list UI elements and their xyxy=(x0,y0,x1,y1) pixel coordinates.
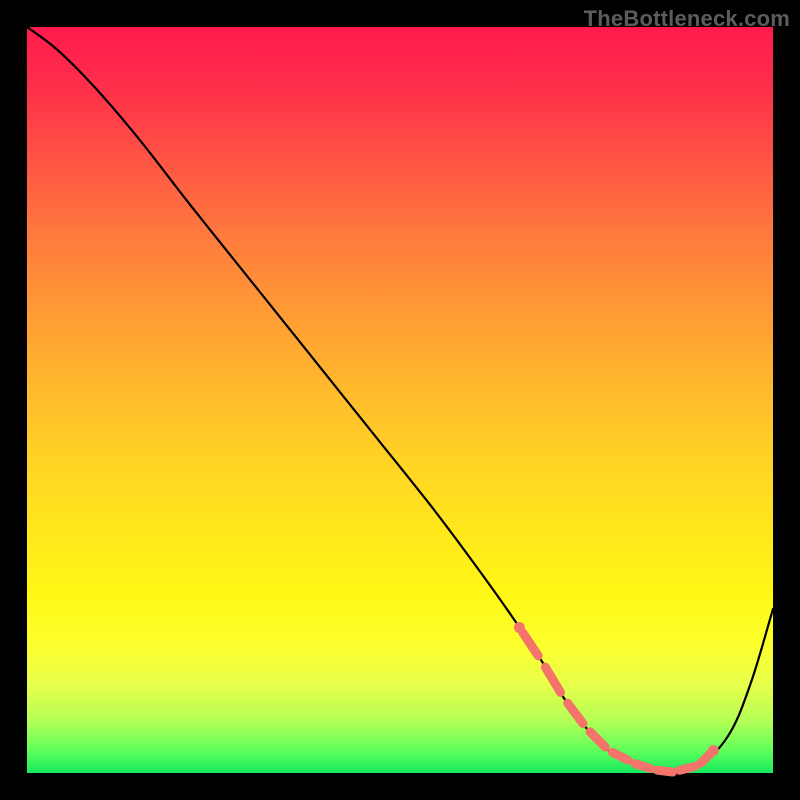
highlight-segment xyxy=(590,732,605,747)
highlight-segment xyxy=(701,753,711,763)
curve-svg xyxy=(27,27,773,773)
highlight-segment xyxy=(568,703,583,723)
highlight-segment xyxy=(523,633,538,656)
highlight-endpoint xyxy=(514,622,525,633)
highlight-segment xyxy=(635,764,650,769)
plot-area xyxy=(27,27,773,773)
bottleneck-curve xyxy=(27,27,773,773)
highlight-segment xyxy=(545,667,560,692)
highlight-segment xyxy=(657,770,672,772)
chart-frame: TheBottleneck.com xyxy=(0,0,800,800)
highlight-segments xyxy=(514,622,719,772)
highlight-endpoint xyxy=(708,745,719,756)
highlight-segment xyxy=(612,752,627,760)
highlight-segment xyxy=(680,766,695,770)
